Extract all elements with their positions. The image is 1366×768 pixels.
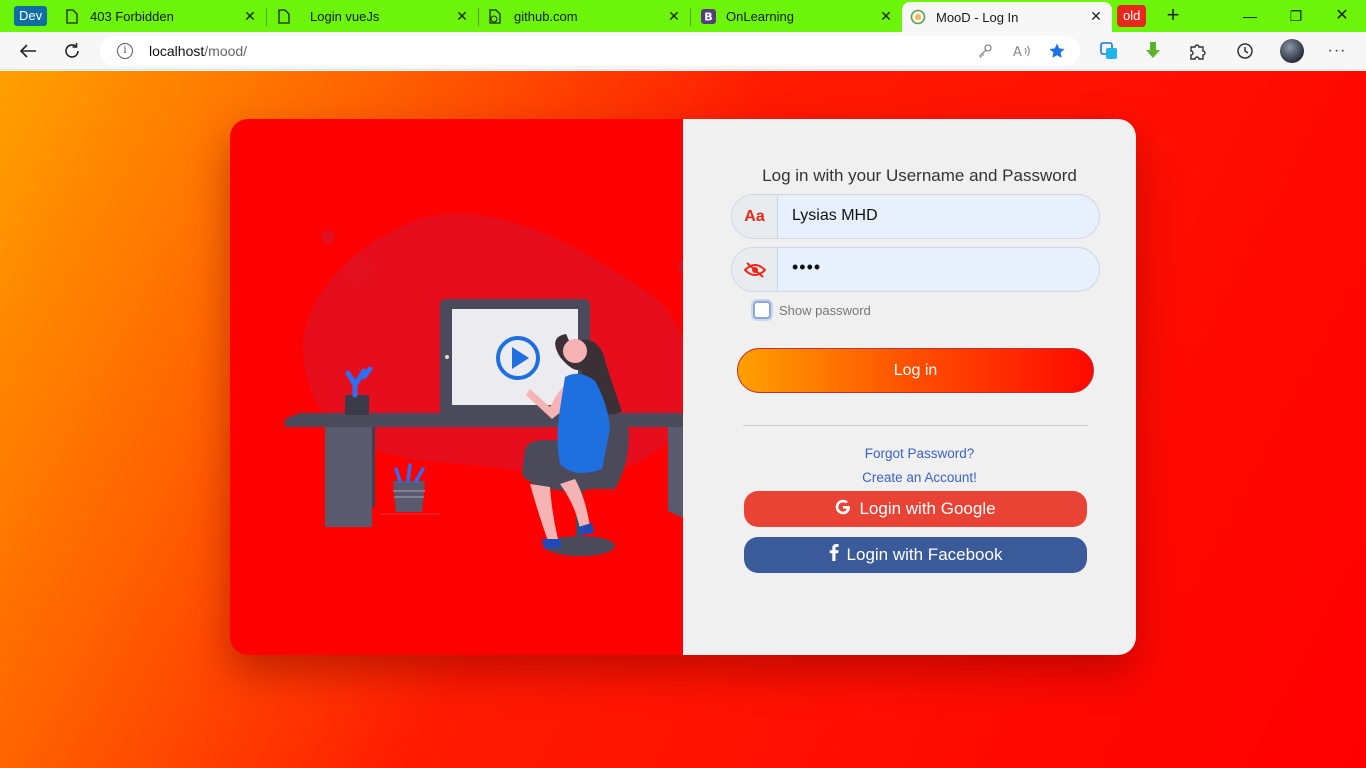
extensions-puzzle-icon[interactable] [1184,39,1210,63]
close-icon[interactable]: ✕ [878,8,894,24]
tab-title: OnLearning [726,8,794,24]
download-extension-icon[interactable] [1140,39,1166,63]
history-icon[interactable] [1232,39,1258,63]
close-icon[interactable]: ✕ [454,8,470,24]
close-window-icon[interactable]: ✕ [1330,4,1354,28]
address-bar[interactable]: i localhost/mood/ A [100,36,1080,66]
tab-separator [478,8,479,26]
restore-icon[interactable]: ❐ [1284,4,1308,28]
tab-title: github.com [514,8,578,24]
form-divider [743,425,1088,426]
browser-tab-bar: Dev 403 Forbidden ✕ Login vueJs ✕ github… [0,0,1366,32]
back-arrow-icon[interactable] [15,39,41,63]
facebook-button-label: Login with Facebook [846,545,1003,564]
login-with-google-button[interactable]: Login with Google [744,491,1087,527]
browser-toolbar: i localhost/mood/ A ··· [0,32,1366,70]
eye-slash-icon[interactable] [732,248,778,291]
login-button[interactable]: Log in [737,348,1094,393]
address-url[interactable]: localhost/mood/ [149,43,247,59]
favorite-star-icon[interactable] [1048,42,1066,60]
mood-icon [910,9,926,25]
google-icon [835,499,851,520]
tab-separator [266,8,267,26]
username-field[interactable]: Aa Lysias MHD [731,194,1100,239]
close-icon[interactable]: ✕ [242,8,258,24]
forgot-password-row: Forgot Password? [683,446,1136,461]
create-account-link[interactable]: Create an Account! [862,470,977,485]
new-tab-plus-icon[interactable]: + [1162,4,1184,26]
login-card: Log in with your Username and Password A… [230,119,1136,655]
svg-text:A: A [1013,45,1022,58]
show-password-checkbox[interactable] [753,301,771,319]
forgot-password-link[interactable]: Forgot Password? [865,446,975,461]
dev-profile-badge[interactable]: Dev [14,6,48,26]
reload-icon[interactable] [59,39,85,63]
tab-mood-login[interactable]: MooD - Log In ✕ [902,2,1112,32]
login-form-panel: Log in with your Username and Password A… [683,119,1136,655]
login-with-facebook-button[interactable]: Login with Facebook [744,537,1087,573]
tab-title: MooD - Log In [936,9,1019,25]
tab-onlearning[interactable]: B OnLearning ✕ [692,2,902,30]
facebook-icon [829,544,839,566]
google-button-label: Login with Google [859,499,996,518]
tab-title: 403 Forbidden [90,8,174,24]
svg-text:B: B [704,10,712,23]
url-path: /mood/ [204,43,248,59]
bootstrap-icon: B [700,8,716,24]
illustration-panel [230,119,683,655]
url-host: localhost [149,43,205,59]
page-icon [64,8,80,24]
tab-title: Login vueJs [310,8,380,24]
collections-icon[interactable] [1096,39,1122,63]
more-options-icon[interactable]: ··· [1324,39,1350,63]
page-background: Log in with your Username and Password A… [0,71,1366,768]
tab-login-vuejs[interactable]: Login vueJs ✕ [268,2,478,30]
show-password-row[interactable]: Show password [753,301,871,319]
read-aloud-icon[interactable]: A [1013,42,1031,60]
create-account-row: Create an Account! [683,470,1136,485]
show-password-label[interactable]: Show password [779,303,871,318]
username-prefix-icon: Aa [732,195,778,238]
login-heading-text: Log in with your Username and Password [762,166,1077,185]
tab-github[interactable]: github.com ✕ [480,2,690,30]
profile-avatar[interactable] [1280,39,1304,63]
old-profile-badge[interactable]: old [1117,5,1147,27]
tab-separator [690,8,691,26]
login-heading: Log in with your Username and Password [683,166,1136,186]
tab-403-forbidden[interactable]: 403 Forbidden ✕ [56,2,266,30]
minimize-icon[interactable]: — [1238,4,1262,28]
woman-at-desk-illustration [285,213,683,556]
github-page-icon [488,8,504,24]
site-info-icon[interactable]: i [117,43,133,59]
close-icon[interactable]: ✕ [1088,8,1104,24]
page-icon [276,8,292,24]
key-icon[interactable] [976,42,994,60]
password-value[interactable]: •••• [792,257,821,278]
password-field[interactable]: •••• [731,247,1100,292]
username-value[interactable]: Lysias MHD [792,207,878,225]
close-icon[interactable]: ✕ [666,8,682,24]
